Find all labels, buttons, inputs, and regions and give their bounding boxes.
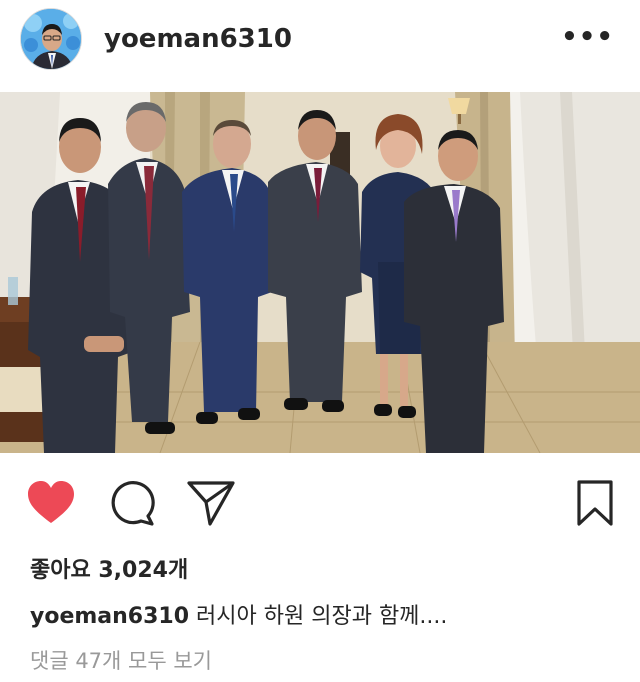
- post-username[interactable]: yoeman6310: [104, 24, 292, 54]
- post-actions: [0, 470, 640, 534]
- post-photo[interactable]: [0, 92, 640, 453]
- caption-username[interactable]: yoeman6310: [30, 604, 189, 629]
- bookmark-icon[interactable]: [570, 478, 620, 528]
- post-caption: yoeman6310 러시아 하원 의장과 함께....: [30, 598, 447, 630]
- avatar[interactable]: [20, 8, 82, 70]
- comment-icon[interactable]: [108, 478, 158, 528]
- like-count[interactable]: 좋아요 3,024개: [30, 552, 188, 584]
- send-icon[interactable]: [186, 478, 236, 528]
- more-options-icon[interactable]: •••: [561, 22, 614, 52]
- heart-icon[interactable]: [26, 478, 76, 528]
- post-header: yoeman6310 •••: [0, 0, 640, 84]
- view-all-comments-link[interactable]: 댓글 47개 모두 보기: [30, 645, 212, 675]
- caption-text: 러시아 하원 의장과 함께....: [189, 604, 448, 629]
